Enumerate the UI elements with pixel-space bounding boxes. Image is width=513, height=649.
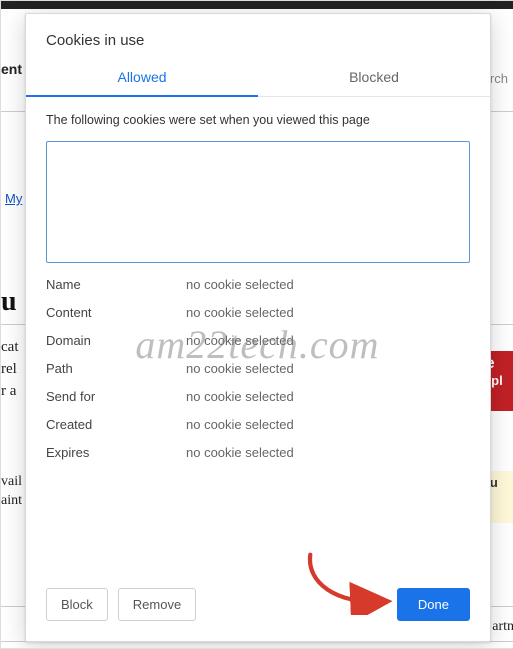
block-button[interactable]: Block bbox=[46, 588, 108, 621]
value-domain: no cookie selected bbox=[186, 333, 470, 348]
tab-bar: Allowed Blocked bbox=[26, 59, 490, 97]
cookie-details: Name no cookie selected Content no cooki… bbox=[26, 277, 490, 460]
value-created: no cookie selected bbox=[186, 417, 470, 432]
dialog-description: The following cookies were set when you … bbox=[26, 97, 490, 135]
dialog-title: Cookies in use bbox=[26, 14, 490, 59]
value-send-for: no cookie selected bbox=[186, 389, 470, 404]
label-send-for: Send for bbox=[46, 389, 186, 404]
label-name: Name bbox=[46, 277, 186, 292]
label-domain: Domain bbox=[46, 333, 186, 348]
bg-link-my[interactable]: My bbox=[5, 191, 22, 206]
value-expires: no cookie selected bbox=[186, 445, 470, 460]
value-content: no cookie selected bbox=[186, 305, 470, 320]
done-button[interactable]: Done bbox=[397, 588, 470, 621]
bg-heading-fragment: u bbox=[1, 286, 17, 318]
label-created: Created bbox=[46, 417, 186, 432]
value-name: no cookie selected bbox=[186, 277, 470, 292]
bg-text: rel bbox=[1, 358, 18, 380]
cookie-listbox[interactable] bbox=[46, 141, 470, 263]
label-path: Path bbox=[46, 361, 186, 376]
bg-text: artn bbox=[492, 619, 513, 635]
cookies-dialog: Cookies in use Allowed Blocked The follo… bbox=[25, 13, 491, 642]
remove-button[interactable]: Remove bbox=[118, 588, 196, 621]
bg-text: aint bbox=[1, 493, 22, 509]
bg-text-stack: cat rel r a bbox=[1, 336, 18, 402]
tab-blocked[interactable]: Blocked bbox=[258, 59, 490, 96]
dialog-footer: Block Remove Done bbox=[26, 572, 490, 641]
tab-allowed[interactable]: Allowed bbox=[26, 59, 258, 97]
browser-toolbar-stub bbox=[1, 1, 513, 9]
label-content: Content bbox=[46, 305, 186, 320]
bg-text: vail bbox=[1, 474, 22, 490]
label-expires: Expires bbox=[46, 445, 186, 460]
bg-text: r a bbox=[1, 380, 18, 402]
bg-text: ent bbox=[1, 61, 22, 77]
bg-text: cat bbox=[1, 336, 18, 358]
value-path: no cookie selected bbox=[186, 361, 470, 376]
